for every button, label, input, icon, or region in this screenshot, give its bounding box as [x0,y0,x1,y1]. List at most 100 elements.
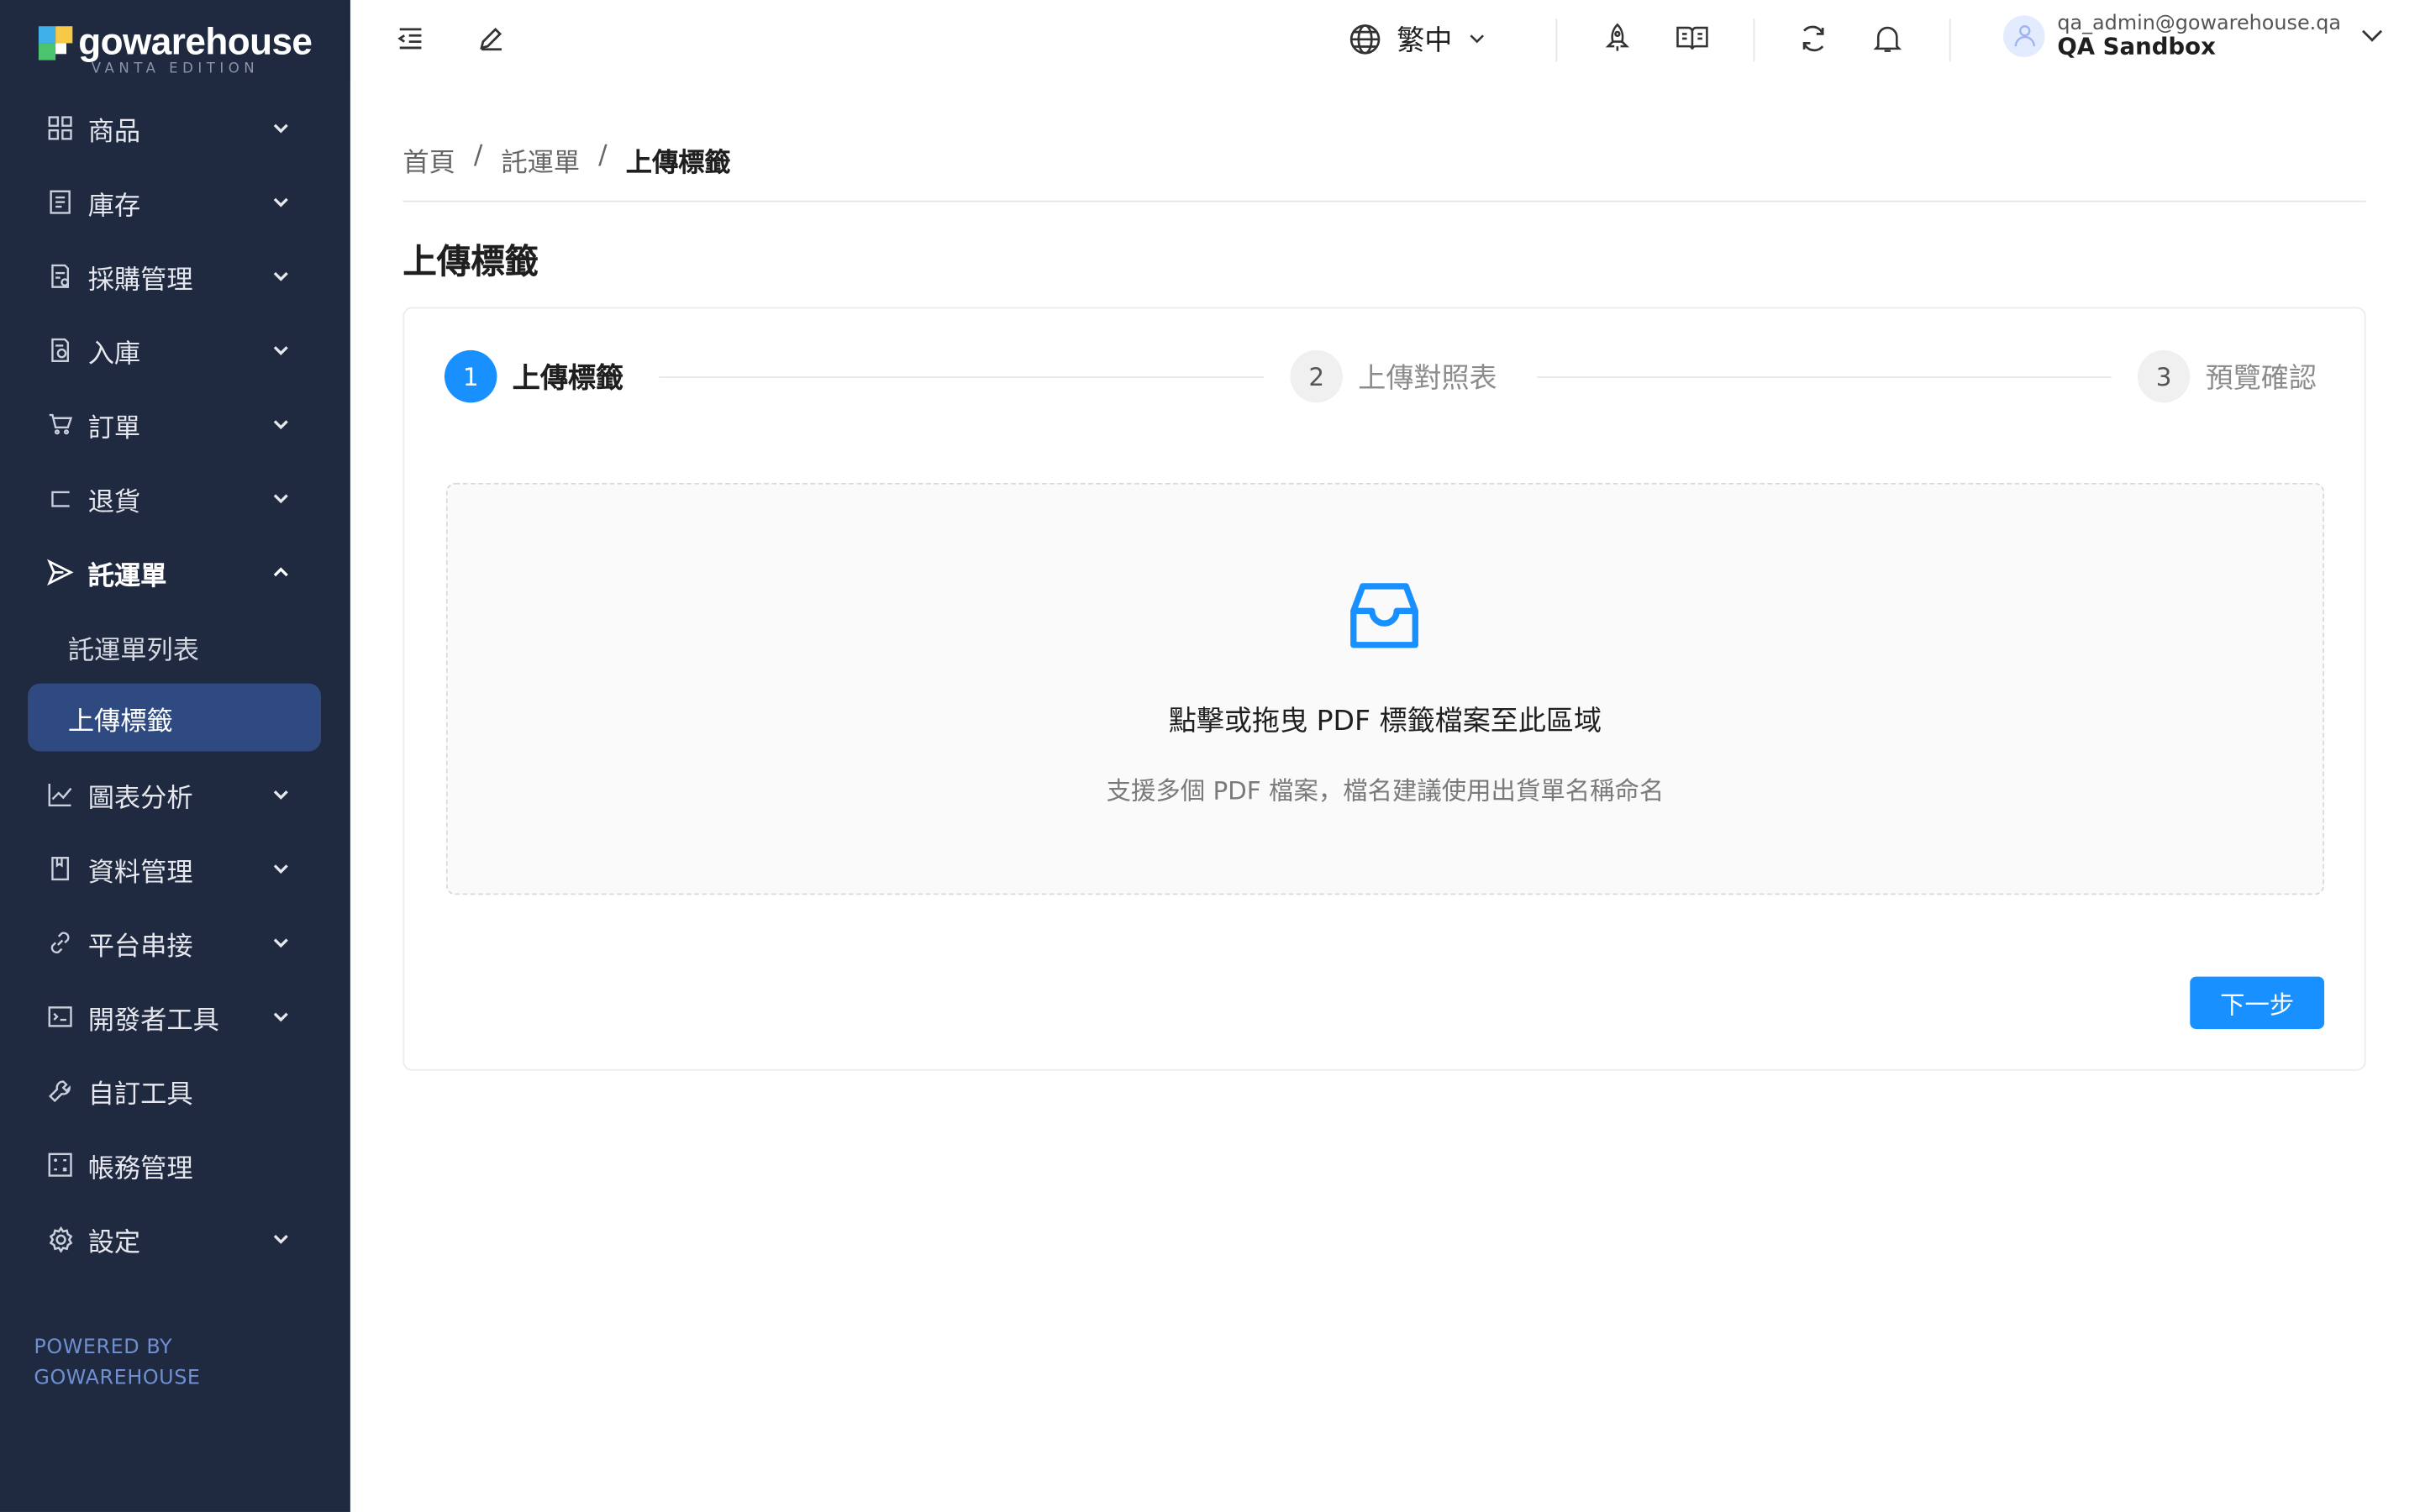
breadcrumb: 首頁 / 託運單 / 上傳標籤 [402,140,730,179]
step-2: 2 上傳對照表 [1290,349,1497,403]
return-icon [46,485,74,512]
book-icon [46,855,74,883]
step-connector [659,376,1265,378]
terminal-icon [46,1003,74,1031]
powered-by: POWERED BY GOWAREHOUSE [34,1333,200,1394]
next-step-button[interactable]: 下一步 [2190,976,2325,1030]
breadcrumb-section[interactable]: 託運單 [501,140,580,179]
sidebar-item-label: 自訂工具 [87,1079,193,1110]
step-number: 3 [2137,349,2191,403]
header-divider [1949,18,1951,62]
sidebar-item-label: 商品 [87,116,141,148]
sidebar-item-label: 訂單 [87,412,141,444]
chevron-down-icon [273,420,288,430]
chevron-down-icon [273,864,288,874]
step-number: 2 [1290,349,1343,403]
step-connector [1537,376,2112,378]
pdf-upload-dropzone[interactable]: 點擊或拖曳 PDF 標籤檔案至此區域 支援多個 PDF 檔案，檔名建議使用出貨單… [445,482,2325,895]
step-label: 上傳對照表 [1358,362,1497,396]
inbound-icon [46,336,74,364]
sidebar-item-label: 平台串接 [87,931,193,963]
chevron-down-icon [273,123,288,134]
language-label: 繁中 [1397,24,1453,57]
chevron-down-icon [273,938,288,948]
user-menu[interactable]: qa_admin@gowarehouse.qa QA Sandbox [2003,13,2384,59]
sidebar-menu: 商品 庫存 採購管理 入庫 訂單 退貨 託運單 託運單列表 上傳標籤 圖表分析 … [0,91,350,1276]
sidebar-item-custom-tools[interactable]: 自訂工具 [0,1053,350,1127]
main-content: 首頁 / 託運單 / 上傳標籤 上傳標籤 1 上傳標籤 2 上傳對照表 3 預覽… [350,78,2420,1512]
top-header: 繁中 qa_admin@gowarehouse.qa QA Sandbox [350,0,2420,79]
sidebar-item-orders[interactable]: 訂單 [0,387,350,461]
sidebar-item-label: 帳務管理 [87,1152,193,1184]
brand-logo[interactable]: gowarehouse VANTA EDITION [0,0,350,92]
sidebar-item-inventory[interactable]: 庫存 [0,165,350,239]
user-name: QA Sandbox [2057,32,2216,60]
step-label: 預覽確認 [2205,362,2317,396]
refresh-icon[interactable] [1797,22,1830,55]
chevron-down-icon [273,271,288,281]
breadcrumb-divider [402,200,2366,202]
step-1: 1 上傳標籤 [444,349,624,403]
send-icon [46,559,74,586]
step-number: 1 [444,349,497,403]
dropzone-title: 點擊或拖曳 PDF 標籤檔案至此區域 [1168,705,1602,738]
rocket-icon[interactable] [1601,22,1634,55]
avatar [2003,14,2045,57]
breadcrumb-home[interactable]: 首頁 [402,140,455,179]
step-label: 上傳標籤 [512,362,624,396]
sidebar-item-data-management[interactable]: 資料管理 [0,832,350,906]
powered-by-line2: GOWAREHOUSE [34,1367,201,1390]
edit-pen-icon[interactable] [474,22,508,55]
logo-mark-icon [38,26,72,60]
book-open-icon[interactable] [1675,22,1708,55]
sidebar-item-label: 入庫 [87,339,141,370]
sidebar-item-settings[interactable]: 設定 [0,1202,350,1276]
sidebar-item-consignment[interactable]: 託運單 [0,535,350,609]
inventory-icon [46,188,74,216]
page-title: 上傳標籤 [402,244,539,283]
sidebar-subitem-label: 託運單列表 [67,634,199,666]
sidebar-item-label: 庫存 [87,190,141,222]
sidebar-item-products[interactable]: 商品 [0,91,350,165]
sidebar-item-label: 託運單 [87,560,167,592]
sidebar-item-billing[interactable]: 帳務管理 [0,1128,350,1202]
dropzone-hint: 支援多個 PDF 檔案，檔名建議使用出貨單名稱命名 [1106,775,1665,806]
sidebar-item-integrations[interactable]: 平台串接 [0,906,350,979]
sidebar-item-label: 圖表分析 [87,783,193,814]
gear-icon [46,1225,74,1252]
sidebar-item-label: 採購管理 [87,264,193,296]
user-icon [2013,25,2035,47]
step-3: 3 預覽確認 [2137,349,2317,403]
breadcrumb-current: 上傳標籤 [625,148,731,180]
bell-icon[interactable] [1870,22,1904,55]
brand-edition: VANTA EDITION [91,61,260,77]
sidebar: gowarehouse VANTA EDITION 商品 庫存 採購管理 入庫 … [0,0,350,1512]
sidebar-item-purchase[interactable]: 採購管理 [0,239,350,313]
header-divider [1555,18,1558,62]
inbox-icon [1350,583,1418,648]
breadcrumb-separator: / [598,140,608,171]
chevron-down-icon [1470,34,1484,44]
chevron-down-icon [273,790,288,800]
chevron-down-icon [2361,29,2382,42]
header-divider [1753,18,1755,62]
sidebar-subitem-consignment-list[interactable]: 託運單列表 [0,609,350,683]
sidebar-item-developer-tools[interactable]: 開發者工具 [0,979,350,1053]
sidebar-item-label: 資料管理 [87,857,193,889]
upload-card: 1 上傳標籤 2 上傳對照表 3 預覽確認 點擊或拖曳 PDF 標籤檔案至此區域… [402,307,2366,1071]
sidebar-item-label: 開發者工具 [87,1005,219,1037]
billing-icon [46,1151,74,1179]
chevron-down-icon [273,346,288,355]
chevron-down-icon [273,1235,288,1244]
sidebar-item-label: 設定 [87,1227,141,1258]
sidebar-item-analytics[interactable]: 圖表分析 [0,758,350,832]
powered-by-line1: POWERED BY [34,1336,173,1360]
collapse-menu-icon[interactable] [393,22,427,55]
link-icon [46,929,74,957]
sidebar-subitem-upload-labels[interactable]: 上傳標籤 [28,683,322,752]
purchase-icon [46,262,74,290]
sidebar-item-inbound[interactable]: 入庫 [0,313,350,387]
sidebar-item-returns[interactable]: 退貨 [0,461,350,535]
tool-icon [46,1077,74,1105]
language-switcher[interactable]: 繁中 [1349,18,1486,59]
